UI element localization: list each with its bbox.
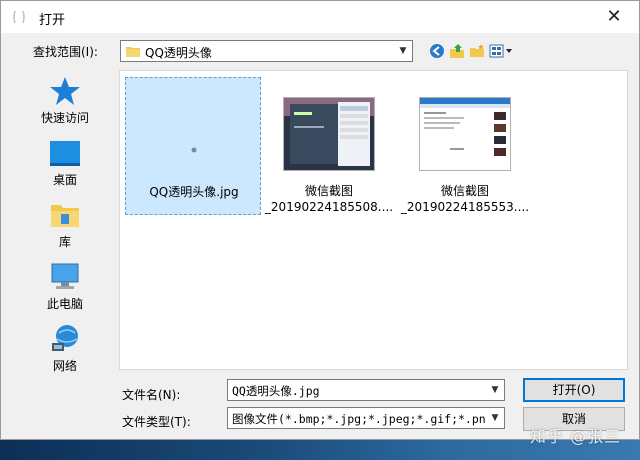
place-label: 桌面: [52, 173, 77, 187]
new-folder-icon[interactable]: [469, 43, 485, 59]
folder-icon: [126, 47, 140, 57]
file-name: QQ透明头像.jpg: [149, 185, 239, 199]
desktop-icon: [50, 141, 80, 166]
view-menu-icon[interactable]: [489, 43, 513, 59]
lookin-combo[interactable]: QQ透明头像 ▼: [120, 40, 413, 62]
chevron-down-icon[interactable]: ▼: [486, 380, 504, 400]
places-bar: 快速访问 桌面 库 此电脑 网络: [11, 71, 119, 373]
file-list[interactable]: QQ透明头像.jpg 微信截图 _20190224185508.... 微信截图…: [119, 70, 628, 370]
filetype-label: 文件类型(T):: [122, 415, 191, 429]
close-icon: ✕: [606, 6, 622, 27]
filetype-value: 图像文件(*.bmp;*.jpg;*.jpeg;*.gif;*.pn: [232, 412, 486, 426]
back-icon[interactable]: [429, 43, 445, 59]
chevron-down-icon[interactable]: ▼: [486, 408, 504, 428]
place-network[interactable]: 网络: [11, 319, 119, 377]
library-icon: [51, 205, 79, 227]
place-label: 网络: [52, 359, 77, 373]
open-file-dialog: 打开 ✕ 查找范围(I): QQ透明头像 ▼ 快速访问 桌面 库 此电脑 网络 …: [0, 0, 640, 440]
computer-icon: [51, 263, 79, 289]
image-thumbnail: [419, 97, 511, 171]
title-bar[interactable]: 打开 ✕: [1, 1, 639, 33]
lookin-value: QQ透明头像: [145, 46, 212, 60]
transparent-image-icon: [191, 147, 197, 153]
file-name-line1: 微信截图: [440, 184, 489, 198]
file-name-line2: _20190224185553....: [400, 200, 530, 214]
filename-value: QQ透明头像.jpg: [232, 384, 320, 398]
close-button[interactable]: ✕: [603, 7, 625, 29]
watermark: 知乎 @张三: [530, 427, 622, 446]
open-button[interactable]: 打开(O): [523, 378, 625, 402]
file-item[interactable]: 微信截图 _20190224185508....: [261, 77, 397, 215]
file-name-line1: 微信截图: [304, 184, 353, 198]
filetype-select[interactable]: 图像文件(*.bmp;*.jpg;*.jpeg;*.gif;*.pn ▼: [227, 407, 505, 429]
place-label: 库: [58, 235, 71, 249]
app-icon: [13, 10, 25, 24]
filename-label: 文件名(N):: [122, 388, 181, 402]
star-icon: [50, 77, 80, 105]
place-desktop[interactable]: 桌面: [11, 133, 119, 191]
image-thumbnail: [283, 97, 375, 171]
filename-input[interactable]: QQ透明头像.jpg ▼: [227, 379, 505, 401]
place-label: 快速访问: [40, 111, 89, 125]
toolbar: [429, 41, 513, 61]
file-item[interactable]: 微信截图 _20190224185553....: [397, 77, 533, 215]
place-label: 此电脑: [46, 297, 83, 311]
file-name-line2: _20190224185508....: [264, 200, 394, 214]
chevron-down-icon[interactable]: ▼: [394, 41, 412, 61]
lookin-label: 查找范围(I):: [33, 45, 98, 59]
up-folder-icon[interactable]: [449, 43, 465, 59]
file-item[interactable]: QQ透明头像.jpg: [125, 77, 261, 215]
network-icon: [52, 325, 78, 351]
place-library[interactable]: 库: [11, 195, 119, 253]
window-title: 打开: [39, 13, 66, 28]
place-this-pc[interactable]: 此电脑: [11, 257, 119, 315]
place-quick-access[interactable]: 快速访问: [11, 71, 119, 129]
